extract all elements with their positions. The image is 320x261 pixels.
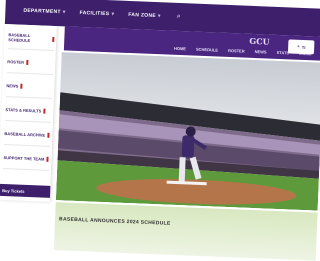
sidebar-item-label: STATS & RESULTS xyxy=(5,106,42,114)
sidebar-item-stats[interactable]: STATS & RESULTS xyxy=(4,98,52,123)
pitcher-leg-left xyxy=(178,157,186,184)
chevron-down-icon: ▾ xyxy=(111,11,115,18)
browser-page: DEPARTMENT ▾ FACILITIES ▾ FAN ZONE ▾ ⌕ H… xyxy=(0,0,320,261)
stadium-photo xyxy=(55,52,320,211)
indicator-mark xyxy=(20,83,23,89)
chevron-down-icon: ▾ xyxy=(157,13,161,20)
chevron-down-icon: ▾ xyxy=(62,9,66,16)
tickets-chip[interactable]: + TI xyxy=(287,39,315,55)
search-icon[interactable]: ⌕ xyxy=(177,13,181,21)
nav-department[interactable]: DEPARTMENT ▾ xyxy=(23,8,65,16)
sidebar-item-label: BASEBALL SCHEDULE xyxy=(8,32,31,44)
article-headline-bar[interactable]: BASEBALL ANNOUNCES 2024 SCHEDULE xyxy=(53,202,318,261)
team-logo[interactable]: GCU xyxy=(249,36,270,47)
buy-tickets-button[interactable]: Buy Tickets xyxy=(0,183,51,198)
sidebar-item-label: SUPPORT THE TEAM xyxy=(3,154,45,162)
sidebar-item-label: ROSTER xyxy=(7,58,25,65)
pitcher-jersey xyxy=(181,135,195,158)
indicator-mark xyxy=(43,108,46,114)
sidebar-menu: BASEBALL SCHEDULE ROSTER NEWS STATS & RE… xyxy=(0,23,57,202)
sidebar-item-roster[interactable]: ROSTER xyxy=(6,50,54,75)
plus-icon: + xyxy=(296,43,300,50)
article-headline[interactable]: BASEBALL ANNOUNCES 2024 SCHEDULE xyxy=(59,216,171,226)
indicator-mark xyxy=(47,132,50,138)
tickets-chip-label: TI xyxy=(301,44,306,50)
sidebar-item-label: NEWS xyxy=(6,82,19,89)
indicator-mark xyxy=(25,59,29,65)
nav-fan-zone[interactable]: FAN ZONE ▾ xyxy=(128,12,161,19)
indicator-mark xyxy=(52,36,55,42)
hero-image[interactable] xyxy=(55,52,320,211)
sidebar-item-support[interactable]: SUPPORT THE TEAM xyxy=(3,146,50,171)
subnav-roster[interactable]: ROSTER xyxy=(228,47,245,53)
nav-fan-zone-label: FAN ZONE xyxy=(128,11,157,20)
subnav-schedule[interactable]: SCHEDULE xyxy=(196,46,218,52)
sidebar-item-label: BASEBALL ARCHIVE xyxy=(4,130,46,138)
nav-department-label: DEPARTMENT xyxy=(23,7,61,16)
sidebar-item-archive[interactable]: BASEBALL ARCHIVE xyxy=(4,122,51,147)
subnav-home[interactable]: HOME xyxy=(174,45,186,50)
nav-facilities[interactable]: FACILITIES ▾ xyxy=(79,10,114,17)
sidebar-item-schedule[interactable]: BASEBALL SCHEDULE xyxy=(7,26,55,51)
indicator-mark xyxy=(46,156,49,162)
nav-facilities-label: FACILITIES xyxy=(79,9,110,18)
sidebar-item-news[interactable]: NEWS xyxy=(5,74,53,99)
subnav-news[interactable]: NEWS xyxy=(255,49,267,54)
